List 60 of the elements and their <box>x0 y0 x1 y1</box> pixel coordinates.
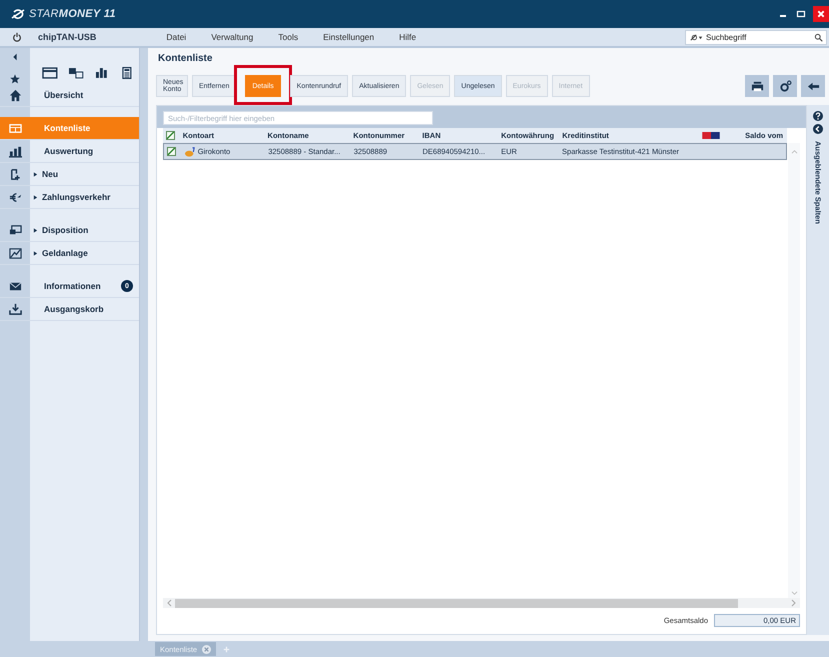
printer-icon <box>750 80 764 92</box>
expand-icon[interactable] <box>33 228 38 232</box>
chevron-left-icon[interactable] <box>813 124 823 134</box>
euro-arrow-icon <box>8 190 22 204</box>
help-icon[interactable] <box>813 111 823 121</box>
close-icon[interactable] <box>813 6 829 22</box>
menu-item[interactable]: Datei <box>166 32 186 42</box>
star-icon[interactable] <box>10 74 20 84</box>
sidebar-label: Geldanlage <box>42 248 88 258</box>
payment-logo-icon <box>702 132 720 139</box>
sidebar-label: Neu <box>42 169 58 179</box>
sidebar-label: Ausgangskorb <box>44 304 104 314</box>
line-chart-icon <box>8 246 22 260</box>
sidebar-label: Disposition <box>42 225 88 235</box>
window-title: STARMONEY 11 <box>29 8 116 20</box>
sidebar-label: Auswertung <box>44 146 94 156</box>
sidebar-item[interactable]: Geldanlage <box>0 242 139 265</box>
menu-item[interactable]: Tools <box>278 32 298 42</box>
menu-item[interactable]: Einstellungen <box>323 32 374 42</box>
home-icon <box>8 88 22 102</box>
menu-item[interactable]: Hilfe <box>399 32 416 42</box>
new-document-icon <box>8 168 22 180</box>
list-icon <box>8 122 22 134</box>
sidebar-item[interactable]: Disposition <box>0 219 139 242</box>
settings-button[interactable] <box>773 75 797 97</box>
download-tray-icon <box>8 302 22 316</box>
search-input[interactable]: Suchbegriff <box>704 32 814 42</box>
sidebar-item[interactable]: Auswertung <box>0 140 139 163</box>
profile-label: chipTAN-USB <box>38 32 96 42</box>
scrollbar-thumb[interactable] <box>175 598 738 608</box>
logo-icon <box>10 8 26 20</box>
menu-item[interactable]: Verwaltung <box>211 32 254 42</box>
bar-chart-icon <box>8 144 22 158</box>
search-field[interactable]: Suchbegriff <box>685 30 827 44</box>
checkbox[interactable] <box>167 147 176 156</box>
maximize-icon[interactable] <box>795 8 807 20</box>
back-button[interactable] <box>801 75 825 97</box>
screen-icon <box>8 224 22 236</box>
print-button[interactable] <box>745 75 769 97</box>
page-title: Kontenliste <box>157 52 214 66</box>
bar-chart-icon[interactable] <box>94 66 110 80</box>
sidebar-item[interactable]: Ausgangskorb <box>0 298 139 321</box>
dropdown-icon[interactable] <box>690 32 704 42</box>
expand-icon[interactable] <box>33 250 38 256</box>
card-icon[interactable] <box>42 66 58 80</box>
transfer-icon[interactable] <box>68 66 84 80</box>
account-icon <box>184 146 196 156</box>
expand-icon[interactable] <box>33 172 38 176</box>
sidebar-label: Kontenliste <box>44 123 90 133</box>
search-icon[interactable] <box>814 32 823 42</box>
sidebar-label: Übersicht <box>44 90 84 100</box>
sidebar-label: Informationen <box>44 281 101 291</box>
sidebar-item[interactable]: Neu <box>0 163 139 186</box>
settings-icon <box>778 80 792 92</box>
sidebar-item[interactable]: Übersicht <box>0 84 139 107</box>
checkbox[interactable] <box>166 131 176 140</box>
sidebar-item[interactable]: Zahlungsverkehr <box>0 186 139 209</box>
expand-icon[interactable] <box>33 194 38 200</box>
sidebar-label: Zahlungsverkehr <box>42 192 110 202</box>
power-icon[interactable] <box>12 32 22 42</box>
